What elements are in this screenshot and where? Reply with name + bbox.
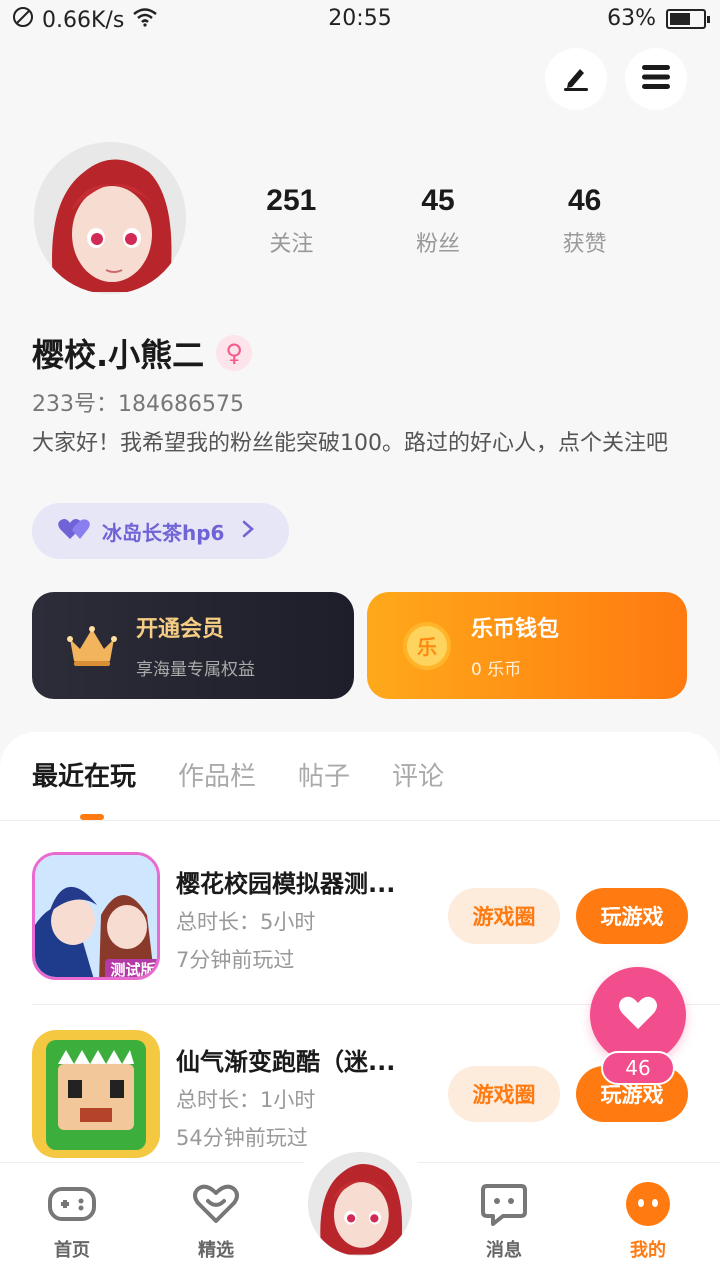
vip-title: 开通会员 bbox=[136, 617, 225, 642]
game-icon-sakura[interactable]: 测试版 bbox=[32, 852, 160, 980]
face-icon bbox=[598, 1178, 698, 1230]
nav-home[interactable]: 首页 bbox=[22, 1178, 122, 1262]
vip-card[interactable]: 开通会员 享海量专属权益 bbox=[32, 592, 354, 699]
stat-following[interactable]: 251 关注 bbox=[218, 184, 365, 258]
heart-icon bbox=[618, 995, 658, 1035]
wallet-balance: 0 乐币 bbox=[471, 660, 522, 680]
user-id: 233号：184686575 bbox=[32, 392, 244, 417]
game-row[interactable]: 测试版 樱花校园模拟器测... 总时长：5小时 7分钟前玩过 游戏圈 玩游戏 bbox=[32, 852, 720, 982]
tab-posts[interactable]: 帖子 bbox=[298, 756, 350, 793]
stat-value: 45 bbox=[421, 184, 455, 217]
username: 樱校.小熊二 bbox=[32, 336, 205, 374]
menu-icon bbox=[640, 63, 672, 95]
status-right: 63% bbox=[607, 6, 710, 31]
game-last-played: 7分钟前玩过 bbox=[176, 948, 295, 972]
profile-avatar[interactable] bbox=[34, 142, 186, 294]
heart-outline-icon bbox=[166, 1178, 266, 1230]
double-heart-icon bbox=[58, 517, 92, 546]
coin-icon: 乐 bbox=[397, 616, 457, 676]
nav-featured[interactable]: 精选 bbox=[166, 1178, 266, 1262]
profile-tabs: 最近在玩 作品栏 帖子 评论 bbox=[32, 756, 444, 793]
stat-value: 251 bbox=[266, 184, 317, 217]
female-icon: ♀ bbox=[216, 335, 253, 371]
battery-percent: 63% bbox=[607, 6, 656, 31]
game-play-time: 总时长：5小时 bbox=[176, 910, 316, 934]
nav-messages[interactable]: 消息 bbox=[454, 1178, 554, 1262]
game-circle-button[interactable]: 游戏圈 bbox=[448, 1066, 560, 1122]
stat-followers[interactable]: 45 粉丝 bbox=[365, 184, 512, 258]
nav-label: 消息 bbox=[486, 1240, 522, 1261]
stat-label: 粉丝 bbox=[416, 232, 461, 257]
chevron-right-icon bbox=[242, 519, 255, 543]
like-fab[interactable] bbox=[590, 967, 686, 1063]
game-circle-button[interactable]: 游戏圈 bbox=[448, 888, 560, 944]
game-last-played: 54分钟前玩过 bbox=[176, 1126, 308, 1150]
stat-likes[interactable]: 46 获赞 bbox=[511, 184, 658, 258]
tag-pill[interactable]: 冰岛长茶hp6 bbox=[32, 503, 289, 559]
game-title: 樱花校园模拟器测... bbox=[176, 870, 396, 898]
tag-label: 冰岛长茶hp6 bbox=[102, 520, 225, 545]
nav-label: 精选 bbox=[198, 1240, 234, 1261]
stat-label: 关注 bbox=[269, 232, 314, 257]
coin-glyph: 乐 bbox=[403, 621, 451, 670]
stat-value: 46 bbox=[567, 184, 602, 217]
tab-recently-played[interactable]: 最近在玩 bbox=[32, 756, 136, 793]
wallet-card[interactable]: 乐 乐币钱包 0 乐币 bbox=[367, 592, 687, 699]
nav-mine[interactable]: 我的 bbox=[598, 1178, 698, 1262]
battery-icon bbox=[666, 8, 710, 29]
tabs-divider bbox=[0, 820, 720, 821]
avatar-illustration bbox=[308, 1152, 412, 1256]
nav-center-avatar[interactable] bbox=[304, 1148, 416, 1260]
crown-icon bbox=[62, 616, 122, 676]
play-game-button[interactable]: 玩游戏 bbox=[576, 888, 688, 944]
username-row: 樱校.小熊二 ♀ bbox=[32, 330, 253, 376]
wallet-text: 乐币钱包 0 乐币 bbox=[471, 611, 559, 680]
edit-profile-button[interactable] bbox=[545, 48, 607, 110]
game-title: 仙气渐变跑酷（迷... bbox=[176, 1048, 396, 1076]
vip-subtitle: 享海量专属权益 bbox=[136, 660, 255, 680]
avatar-illustration bbox=[34, 142, 186, 294]
battery-fill bbox=[670, 12, 691, 25]
chat-bubble-icon bbox=[454, 1178, 554, 1230]
tab-works[interactable]: 作品栏 bbox=[178, 756, 256, 793]
game-badge: 测试版 bbox=[110, 961, 155, 979]
nav-label: 首页 bbox=[54, 1240, 90, 1261]
vip-text: 开通会员 享海量专属权益 bbox=[136, 611, 255, 680]
menu-button[interactable] bbox=[625, 48, 687, 110]
gamepad-icon bbox=[22, 1178, 122, 1230]
game-icon-parkour[interactable] bbox=[32, 1030, 160, 1158]
stat-label: 获赞 bbox=[562, 232, 607, 257]
wallet-title: 乐币钱包 bbox=[471, 617, 560, 642]
game-play-time: 总时长：1小时 bbox=[176, 1088, 316, 1112]
status-bar: 0.66K/s 20:55 63% bbox=[0, 0, 720, 40]
profile-stats: 251 关注 45 粉丝 46 获赞 bbox=[218, 184, 658, 258]
user-bio: 大家好！我希望我的粉丝能突破100。路过的好心人，点个关注吧 bbox=[32, 431, 668, 456]
pen-icon bbox=[560, 61, 592, 97]
tab-comments[interactable]: 评论 bbox=[392, 756, 444, 793]
nav-label: 我的 bbox=[630, 1240, 666, 1261]
like-count: 46 bbox=[601, 1051, 675, 1085]
